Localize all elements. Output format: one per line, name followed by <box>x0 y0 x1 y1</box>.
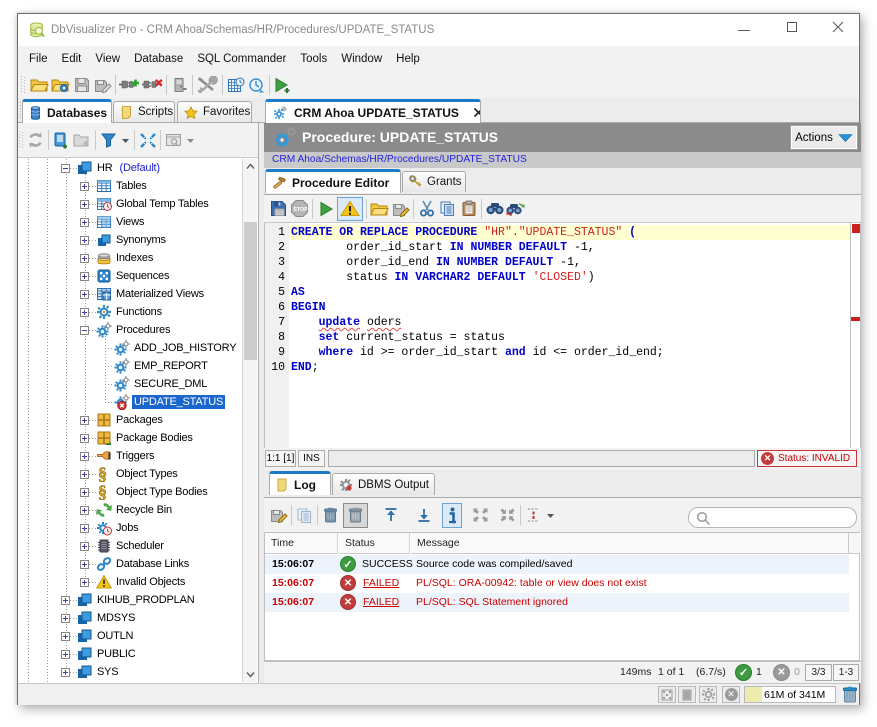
svg-text:STOP: STOP <box>293 207 308 213</box>
svg-text:§: § <box>98 466 107 482</box>
svg-text:§: § <box>98 484 107 500</box>
